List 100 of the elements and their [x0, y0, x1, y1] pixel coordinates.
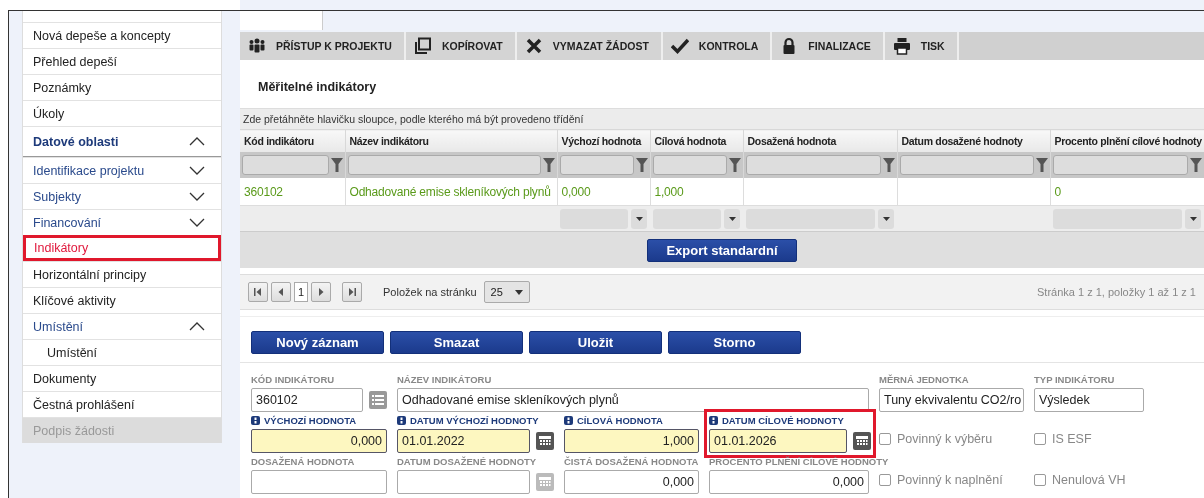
column-header[interactable]: Název indikátoru — [345, 129, 557, 152]
sidebar-item[interactable]: Indikátory — [23, 235, 221, 261]
caret-icon[interactable] — [878, 208, 894, 229]
sidebar-label: Subjekty — [33, 189, 81, 204]
column-header[interactable]: Cílová hodnota — [650, 129, 743, 152]
form-button[interactable]: Storno — [668, 331, 801, 354]
filter-field[interactable] — [1052, 155, 1188, 175]
toolbar-button[interactable]: TISK — [884, 32, 959, 60]
column-header[interactable]: Dosažená hodnota — [743, 129, 897, 152]
input-field[interactable] — [251, 470, 387, 494]
table-cell: Odhadované emise skleníkových plynů — [349, 184, 551, 199]
field-label: VÝCHOZÍ HODNOTA — [264, 414, 357, 426]
field-label: DATUM VÝCHOZÍ HODNOTY — [410, 414, 539, 426]
toolbar-button[interactable]: FINALIZACE — [772, 32, 885, 60]
chevron-down-icon[interactable] — [189, 218, 205, 227]
group-hint: Zde přetáhněte hlavičku sloupce, podle kterého má být provedeno třídění — [240, 108, 1204, 129]
toolbar-button[interactable]: PŘÍSTUP K PROJEKTU — [240, 32, 406, 60]
input-field[interactable]: 01.01.2026 — [709, 429, 847, 453]
next-page-icon[interactable] — [311, 282, 331, 302]
input-field[interactable]: 01.01.2022 — [397, 429, 530, 453]
checkbox[interactable] — [879, 473, 891, 486]
filter-field[interactable] — [242, 155, 329, 175]
input-field[interactable]: Výsledek — [1034, 388, 1144, 412]
field-label: CÍLOVÁ HODNOTA — [577, 414, 663, 426]
toolbar-button[interactable]: VYMAZAT ŽÁDOST — [516, 32, 663, 60]
checkbox[interactable] — [1034, 473, 1046, 486]
checkbox-label: Povinný k naplnění — [897, 472, 1003, 487]
form-button[interactable]: Uložit — [529, 331, 662, 354]
export-button[interactable]: Export standardní — [647, 238, 797, 262]
sidebar-item[interactable]: Horizontální principy — [23, 261, 221, 287]
sidebar-item[interactable]: Poznámky — [23, 74, 221, 100]
sidebar-group[interactable]: Identifikace projektu — [23, 157, 221, 183]
chevron-down-icon[interactable] — [189, 166, 205, 175]
calendar-icon[interactable] — [536, 432, 554, 450]
pager-summary: Stránka 1 z 1, položky 1 až 1 z 1 — [1037, 286, 1196, 298]
sidebar-item[interactable]: Přehled depeší — [23, 48, 221, 74]
sidebar-item[interactable]: Úkoly — [23, 100, 221, 126]
input-field[interactable]: 0,000 — [251, 429, 387, 453]
sidebar-group[interactable]: Umístění — [23, 313, 221, 339]
checkbox[interactable] — [1034, 432, 1046, 445]
sidebar-group[interactable]: Financování — [23, 209, 221, 235]
previous-page-icon[interactable] — [271, 282, 291, 302]
filter-field[interactable] — [652, 155, 727, 175]
sidebar-section[interactable]: Datové oblasti — [23, 126, 221, 157]
chevron-down-icon[interactable] — [189, 192, 205, 201]
field-label: PROCENTO PLNĚNÍ CÍLOVÉ HODNOTY — [709, 455, 889, 467]
input-field[interactable]: Tuny ekvivalentu CO2/ro — [879, 388, 1024, 412]
field-label: TYP INDIKÁTORU — [1034, 373, 1115, 385]
sidebar-item[interactable]: Nová depeše a koncepty — [23, 22, 221, 48]
calendar-icon[interactable] — [853, 432, 871, 450]
sidebar-label: Identifikace projektu — [33, 163, 145, 178]
field-label: KÓD INDIKÁTORU — [251, 373, 335, 385]
input-field[interactable]: 0,000 — [564, 470, 699, 494]
required-icon — [709, 415, 718, 425]
caret-icon[interactable] — [1185, 208, 1201, 229]
filter-field[interactable] — [745, 155, 881, 175]
sidebar-label: Datové oblasti — [33, 134, 119, 149]
form-button[interactable]: Nový záznam — [251, 331, 384, 354]
input-field[interactable]: 1,000 — [564, 429, 699, 453]
first-page-icon[interactable] — [248, 282, 268, 302]
field-label: DATUM CÍLOVÉ HODNOTY — [722, 414, 844, 426]
filter-field[interactable] — [899, 155, 1034, 175]
input-field[interactable]: Odhadované emise skleníkových plynů — [397, 388, 869, 412]
column-header[interactable]: Výchozí hodnota — [557, 129, 650, 152]
page-number[interactable]: 1 — [294, 282, 308, 302]
sidebar-label: Umístění — [33, 319, 83, 334]
column-header[interactable]: Procento plnění cílové hodnoty — [1050, 129, 1204, 152]
close-icon — [524, 37, 543, 55]
input-field[interactable]: 360102 — [251, 388, 363, 412]
sidebar-label: Financování — [33, 215, 102, 230]
section-title: Měřitelné indikátory — [257, 79, 378, 96]
chevron-up-icon[interactable] — [189, 322, 205, 331]
form-button[interactable]: Smazat — [390, 331, 523, 354]
chevron-up-icon[interactable] — [189, 137, 205, 146]
column-header[interactable]: Kód indikátoru — [240, 129, 345, 152]
sidebar-item[interactable]: Umístění — [23, 339, 221, 365]
input-field[interactable]: 0,000 — [709, 470, 869, 494]
list-icon[interactable] — [369, 391, 387, 409]
sidebar-group[interactable]: Subjekty — [23, 183, 221, 209]
field-label: MĚRNÁ JEDNOTKA — [879, 373, 969, 385]
filter-field[interactable] — [347, 155, 541, 175]
checkbox[interactable] — [879, 432, 891, 445]
sidebar-item[interactable]: Klíčové aktivity — [23, 287, 221, 313]
sidebar-item[interactable]: Dokumenty — [23, 365, 221, 391]
table-cell: 0 — [1054, 184, 1061, 199]
toolbar-button[interactable]: KOPÍROVAT — [405, 32, 517, 60]
toolbar-button[interactable]: KONTROLA — [662, 32, 773, 60]
copy-icon — [413, 37, 432, 55]
page-size-label: Položek na stránku — [383, 286, 477, 298]
caret-icon[interactable] — [631, 208, 647, 229]
required-icon — [564, 415, 573, 425]
caret-icon[interactable] — [724, 208, 740, 229]
field-label: NÁZEV INDIKÁTORU — [397, 373, 492, 385]
filter-field[interactable] — [559, 155, 634, 175]
last-page-icon[interactable] — [342, 282, 362, 302]
printer-icon — [892, 37, 911, 55]
caret-icon — [514, 289, 523, 295]
column-header[interactable]: Datum dosažené hodnoty — [897, 129, 1050, 152]
page-size-dropdown[interactable]: 25 — [483, 281, 530, 303]
required-icon — [397, 415, 406, 425]
